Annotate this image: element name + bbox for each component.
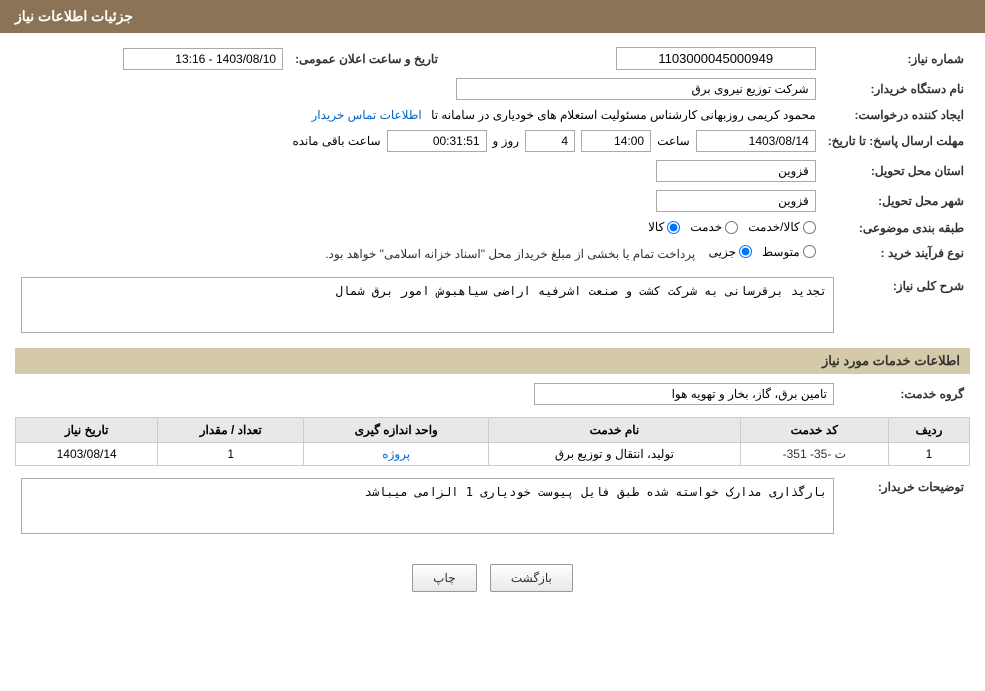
col-row: ردیف [888,418,969,443]
print-button[interactable]: چاپ [412,564,476,592]
description-textarea[interactable] [21,277,834,333]
description-label: شرح کلی نیاز: [840,273,970,340]
description-table: شرح کلی نیاز: [15,273,970,340]
deadline-time: 14:00 [581,130,651,152]
col-unit: واحد اندازه گیری [304,418,489,443]
category-row: طبقه بندی موضوعی: کالا/خدمت خدمت [15,216,970,241]
category-option-kala-khadamat-label: کالا/خدمت [748,220,799,234]
deadline-remain: 00:31:51 [387,130,487,152]
city-label: شهر محل تحویل: [822,186,970,216]
category-option-kala-label: کالا [648,220,664,234]
creator-label: ایجاد کننده درخواست: [822,104,970,126]
announce-label: تاریخ و ساعت اعلان عمومی: [289,43,444,74]
category-radio-khadamat[interactable] [725,221,738,234]
province-label: استان محل تحویل: [822,156,970,186]
deadline-label: مهلت ارسال پاسخ: تا تاریخ: [822,126,970,156]
category-option-kala: کالا [648,220,680,234]
services-header-row: ردیف کد خدمت نام خدمت واحد اندازه گیری ت… [16,418,970,443]
creator-contact-link[interactable]: اطلاعات تماس خریدار [312,108,422,122]
deadline-time-label: ساعت [657,134,690,148]
buyer-station-label: نام دستگاه خریدار: [822,74,970,104]
info-form-table: شماره نیاز: 1103000045000949 تاریخ و ساع… [15,43,970,265]
deadline-days: 4 [525,130,575,152]
creator-row: ایجاد کننده درخواست: محمود کریمی روزبهان… [15,104,970,126]
category-option-kala-khadamat: کالا/خدمت [748,220,815,234]
page-header: جزئیات اطلاعات نیاز [0,0,985,33]
table-row: 1 ت -35- 351- تولید، انتقال و توزیع برق … [16,443,970,466]
button-bar: بازگشت چاپ [15,549,970,607]
purchase-type-radio-group: متوسط جزیی [709,245,816,259]
services-table-header: ردیف کد خدمت نام خدمت واحد اندازه گیری ت… [16,418,970,443]
services-table-body: 1 ت -35- 351- تولید، انتقال و توزیع برق … [16,443,970,466]
col-count: تعداد / مقدار [158,418,304,443]
col-code: کد خدمت [740,418,888,443]
category-radio-kala[interactable] [667,221,680,234]
province-row: استان محل تحویل: قزوین [15,156,970,186]
category-label: طبقه بندی موضوعی: [822,216,970,241]
row-unit: پروژه [304,443,489,466]
category-radio-group: کالا/خدمت خدمت کالا [648,220,816,234]
col-date: تاریخ نیاز [16,418,158,443]
purchase-type-radio-motavaset[interactable] [803,245,816,258]
back-button[interactable]: بازگشت [490,564,573,592]
buyer-notes-row: توضیحات خریدار: [15,474,970,541]
service-group-label: گروه خدمت: [840,379,970,409]
purchase-type-motavaset-label: متوسط [762,245,800,259]
row-number: 1 [888,443,969,466]
deadline-days-label: روز و [493,134,520,148]
service-group-table: گروه خدمت: تامین برق، گاز، بخار و تهویه … [15,379,970,409]
province-value: قزوین [656,160,816,182]
purchase-type-note: پرداخت تمام یا بخشی از مبلغ خریداز محل "… [325,247,695,261]
city-row: شهر محل تحویل: قزوین [15,186,970,216]
category-option-khadamat-label: خدمت [690,220,722,234]
need-number-row: شماره نیاز: 1103000045000949 تاریخ و ساع… [15,43,970,74]
page-container: جزئیات اطلاعات نیاز شماره نیاز: 11030000… [0,0,985,691]
row-count: 1 [158,443,304,466]
announce-value: 1403/08/10 - 13:16 [123,48,283,70]
purchase-type-radio-jozi[interactable] [739,245,752,258]
service-group-row: گروه خدمت: تامین برق، گاز، بخار و تهویه … [15,379,970,409]
purchase-type-label: نوع فرآیند خرید : [822,241,970,266]
row-service-name: تولید، انتقال و توزیع برق [489,443,740,466]
services-section-title: اطلاعات خدمات مورد نیاز [15,348,970,374]
buyer-station-row: نام دستگاه خریدار: شرکت توزیع نیروی برق [15,74,970,104]
row-code: ت -35- 351- [740,443,888,466]
deadline-date: 1403/08/14 [696,130,816,152]
page-title: جزئیات اطلاعات نیاز [15,8,133,24]
description-row: شرح کلی نیاز: [15,273,970,340]
purchase-type-jozi-label: جزیی [709,245,736,259]
deadline-row: مهلت ارسال پاسخ: تا تاریخ: 1403/08/14 سا… [15,126,970,156]
buyer-station-value: شرکت توزیع نیروی برق [456,78,816,100]
buyer-notes-label: توضیحات خریدار: [840,474,970,541]
buyer-notes-table: توضیحات خریدار: [15,474,970,541]
city-value: قزوین [656,190,816,212]
col-name: نام خدمت [489,418,740,443]
main-content: شماره نیاز: 1103000045000949 تاریخ و ساع… [0,33,985,617]
category-option-khadamat: خدمت [690,220,738,234]
purchase-type-row: نوع فرآیند خرید : متوسط جزیی پرداخت تمام… [15,241,970,266]
services-table: ردیف کد خدمت نام خدمت واحد اندازه گیری ت… [15,417,970,466]
category-radio-kala-khadamat[interactable] [803,221,816,234]
service-group-value: تامین برق، گاز، بخار و تهویه هوا [534,383,834,405]
deadline-remain-label: ساعت باقی مانده [292,134,380,148]
row-date: 1403/08/14 [16,443,158,466]
purchase-type-option-jozi: جزیی [709,245,752,259]
need-number-label: شماره نیاز: [822,43,970,74]
purchase-type-option-motavaset: متوسط [762,245,816,259]
need-number-value: 1103000045000949 [616,47,816,70]
buyer-notes-textarea[interactable] [21,478,834,534]
creator-value: محمود کریمی روزبهانی کارشناس مسئولیت است… [431,108,816,122]
